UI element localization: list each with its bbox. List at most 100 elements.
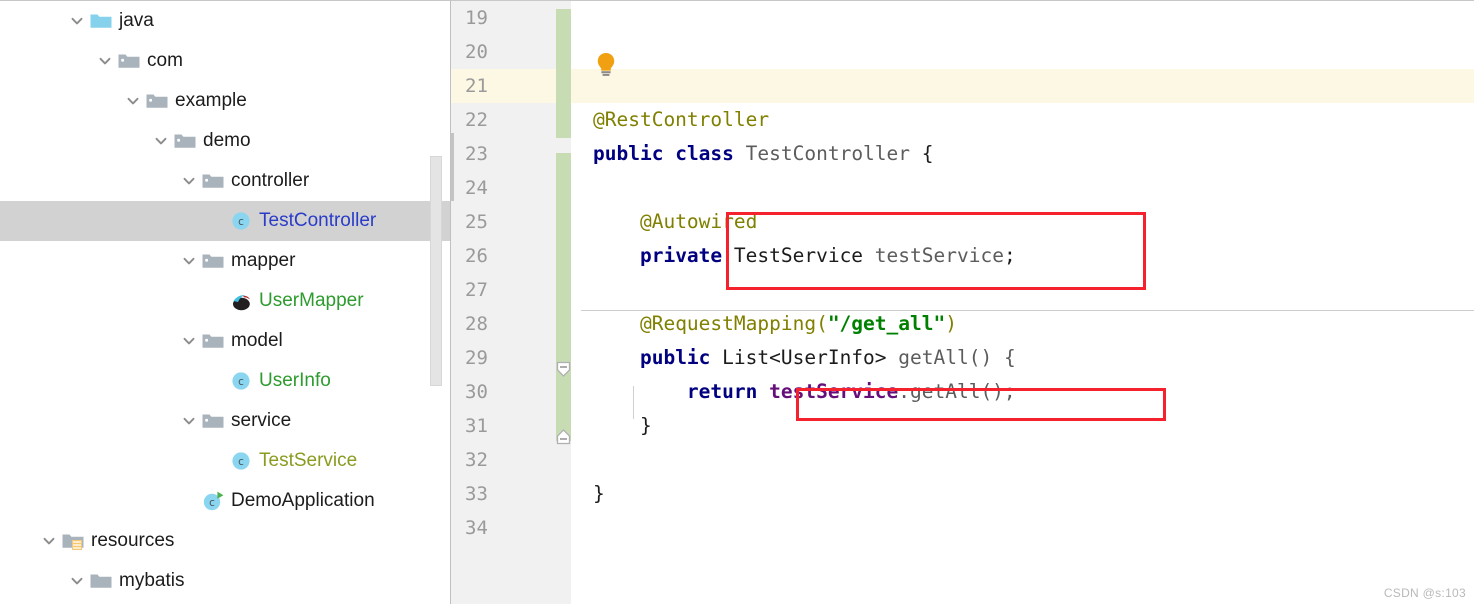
line-number[interactable]: 29: [451, 341, 571, 375]
code-line[interactable]: [571, 273, 1474, 307]
tree-item-example[interactable]: example: [0, 81, 450, 121]
code-line[interactable]: [571, 171, 1474, 205]
tree-item-label: demo: [203, 129, 251, 151]
tree-item-service[interactable]: service: [0, 401, 450, 441]
chevron-down-icon[interactable]: [178, 401, 200, 441]
tree-item-label: DemoApplication: [231, 489, 375, 511]
code-token: TestController: [745, 142, 911, 165]
code-line[interactable]: [571, 69, 1474, 103]
folder-package-icon: [116, 48, 142, 74]
code-token: .getAll();: [898, 380, 1016, 403]
code-token: @RestController: [593, 108, 770, 131]
chevron-down-icon[interactable]: [66, 1, 88, 41]
tree-item-com[interactable]: com: [0, 41, 450, 81]
code-line[interactable]: @RequestMapping("/get_all"): [571, 307, 1474, 341]
tree-item-label: mapper: [231, 249, 296, 271]
code-token: {: [921, 142, 934, 165]
code-token: List<UserInfo>: [722, 346, 887, 369]
code-line[interactable]: public class TestController {: [571, 137, 1474, 171]
tree-item-label: java: [119, 9, 154, 31]
svg-text:c: c: [238, 216, 244, 228]
line-number[interactable]: 32: [451, 443, 571, 477]
code-line[interactable]: [571, 1, 1474, 35]
mybatis-mapper-icon: [228, 288, 254, 314]
project-tree-list[interactable]: java com example demo controller c TestControl…: [0, 1, 450, 604]
code-line-list[interactable]: @RestController public class TestControll…: [571, 1, 1474, 545]
fold-collapse-icon[interactable]: [555, 361, 572, 378]
line-number[interactable]: 23: [451, 137, 571, 171]
watermark-text: CSDN @s:103: [1383, 586, 1466, 600]
line-number[interactable]: 22: [451, 103, 571, 137]
tree-item-controller[interactable]: controller: [0, 161, 450, 201]
code-token: class: [675, 142, 734, 165]
code-line[interactable]: private TestService testService;: [571, 239, 1474, 273]
chevron-down-icon[interactable]: [178, 161, 200, 201]
tree-item-label: service: [231, 409, 292, 431]
line-number[interactable]: 25: [451, 205, 571, 239]
folder-package-icon: [200, 328, 226, 354]
lightbulb-icon[interactable]: [593, 51, 619, 79]
code-line[interactable]: public List<UserInfo> getAll() {: [571, 341, 1474, 375]
code-line[interactable]: return testService.getAll();: [571, 375, 1474, 409]
line-number[interactable]: 24: [451, 171, 571, 205]
chevron-down-icon[interactable]: [122, 81, 144, 121]
chevron-down-icon[interactable]: [38, 521, 60, 561]
code-line[interactable]: }: [571, 409, 1474, 443]
line-number[interactable]: 28: [451, 307, 571, 341]
tree-item-java[interactable]: java: [0, 1, 450, 41]
chevron-down-icon[interactable]: [150, 121, 172, 161]
chevron-down-icon[interactable]: [178, 241, 200, 281]
code-text-area[interactable]: @RestController public class TestControll…: [571, 1, 1474, 604]
project-tree-panel[interactable]: java com example demo controller c TestControl…: [0, 0, 451, 604]
code-line[interactable]: @Autowired: [571, 205, 1474, 239]
line-number[interactable]: 21: [451, 69, 571, 103]
tree-item-demo[interactable]: demo: [0, 121, 450, 161]
tree-scrollbar-thumb[interactable]: [430, 156, 442, 386]
tree-item-usermapper[interactable]: UserMapper: [0, 281, 450, 321]
tree-item-demoapplication[interactable]: c DemoApplication: [0, 481, 450, 521]
line-number[interactable]: 30: [451, 375, 571, 409]
tree-item-resources[interactable]: resources: [0, 521, 450, 561]
editor-gutter[interactable]: 19 20 21 22 23 24 25 26 27 28 29 30 31 32 33 34: [451, 1, 571, 604]
folder-source-icon: [88, 8, 114, 34]
chevron-down-icon[interactable]: [178, 321, 200, 361]
tree-item-testcontroller[interactable]: c TestController: [0, 201, 450, 241]
line-number[interactable]: 26: [451, 239, 571, 273]
code-editor-panel[interactable]: 19 20 21 22 23 24 25 26 27 28 29 30 31 32 33 34 @RestCo…: [451, 0, 1474, 604]
tree-scrollbar-track[interactable]: [430, 1, 446, 604]
line-number[interactable]: 27: [451, 273, 571, 307]
line-number[interactable]: 34: [451, 511, 571, 545]
code-token: ;: [1003, 244, 1016, 267]
code-line[interactable]: @RestController: [571, 103, 1474, 137]
tree-item-mybatis[interactable]: mybatis: [0, 561, 450, 601]
java-class-icon: c: [228, 448, 254, 474]
tree-item-mapper[interactable]: mapper: [0, 241, 450, 281]
folder-package-icon: [172, 128, 198, 154]
tree-item-model[interactable]: model: [0, 321, 450, 361]
fold-end-icon[interactable]: [555, 428, 572, 445]
tree-item-testservice[interactable]: c TestService: [0, 441, 450, 481]
code-token: public: [639, 346, 711, 369]
folder-package-icon: [200, 408, 226, 434]
chevron-down-icon[interactable]: [94, 41, 116, 81]
line-number[interactable]: 31: [451, 409, 571, 443]
svg-text:c: c: [238, 376, 244, 388]
line-number[interactable]: 33: [451, 477, 571, 511]
code-line[interactable]: [571, 443, 1474, 477]
line-number[interactable]: 20: [451, 35, 571, 69]
folder-resources-icon: [60, 528, 86, 554]
code-token: return: [686, 380, 758, 403]
svg-text:c: c: [209, 497, 215, 509]
code-line[interactable]: }: [571, 477, 1474, 511]
chevron-down-icon[interactable]: [66, 561, 88, 601]
tree-item-userinfo[interactable]: c UserInfo: [0, 361, 450, 401]
code-line[interactable]: [571, 511, 1474, 545]
line-number[interactable]: 19: [451, 1, 571, 35]
code-line[interactable]: [571, 35, 1474, 69]
